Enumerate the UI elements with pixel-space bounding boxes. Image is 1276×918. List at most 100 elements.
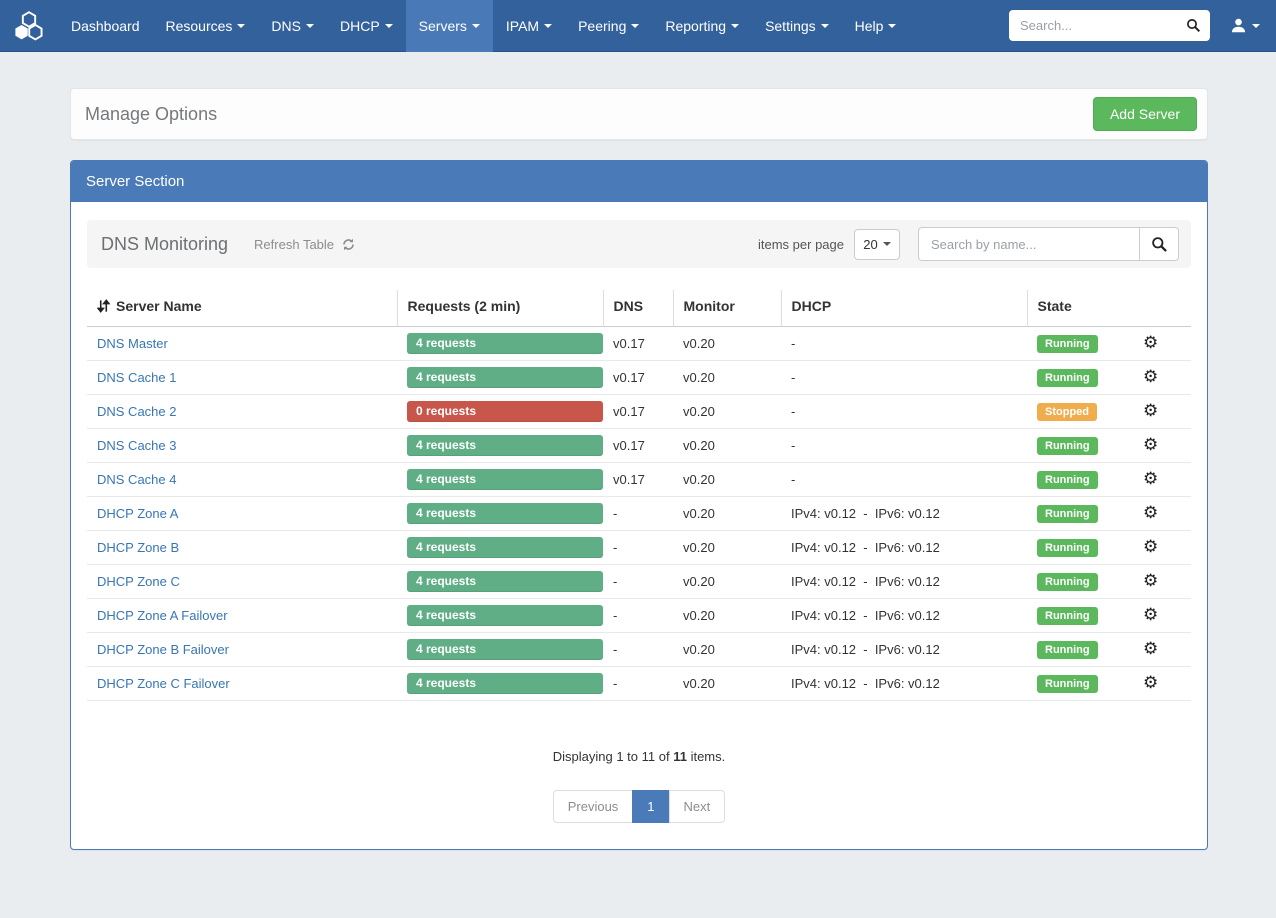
requests-progress-bar: 4 requests [407, 639, 603, 660]
nav-item-label: Dashboard [71, 18, 140, 34]
server-name-link[interactable]: DNS Cache 4 [97, 472, 176, 487]
state-badge: Running [1037, 505, 1098, 523]
server-name-link[interactable]: DHCP Zone B [97, 540, 179, 555]
nav-item-servers[interactable]: Servers [406, 0, 493, 52]
requests-progress-bar: 4 requests [407, 571, 603, 592]
settings-gear-icon[interactable]: ⚙ [1143, 401, 1158, 421]
settings-gear-icon[interactable]: ⚙ [1143, 503, 1158, 523]
settings-gear-icon[interactable]: ⚙ [1143, 333, 1158, 353]
refresh-table-label: Refresh Table [254, 237, 334, 252]
dns-version-cell: v0.17 [603, 463, 673, 497]
settings-gear-icon[interactable]: ⚙ [1143, 435, 1158, 455]
global-search-button[interactable] [1177, 10, 1210, 41]
nav-item-help[interactable]: Help [842, 0, 910, 52]
settings-gear-icon[interactable]: ⚙ [1143, 571, 1158, 591]
caret-down-icon [544, 24, 552, 28]
server-name-link[interactable]: DHCP Zone C Failover [97, 676, 230, 691]
table-search-button[interactable] [1139, 227, 1179, 261]
nav-item-label: Settings [765, 18, 816, 34]
requests-progress-bar: 4 requests [407, 673, 603, 694]
server-name-link[interactable]: DHCP Zone C [97, 574, 180, 589]
nav-item-resources[interactable]: Resources [153, 0, 259, 52]
server-name-link[interactable]: DHCP Zone A [97, 506, 178, 521]
manage-options-panel: Manage Options Add Server [70, 88, 1208, 140]
monitor-version-cell: v0.20 [673, 463, 781, 497]
server-name-link[interactable]: DNS Cache 3 [97, 438, 176, 453]
dhcp-version-cell: - [781, 463, 1027, 497]
monitor-version-cell: v0.20 [673, 565, 781, 599]
app-logo[interactable] [0, 0, 58, 52]
settings-gear-icon[interactable]: ⚙ [1143, 605, 1158, 625]
requests-progress-bar: 4 requests [407, 469, 603, 490]
monitor-version-cell: v0.20 [673, 429, 781, 463]
nav-item-label: Servers [419, 18, 467, 34]
server-name-link[interactable]: DHCP Zone A Failover [97, 608, 228, 623]
nav-item-settings[interactable]: Settings [752, 0, 842, 52]
dhcp-version-cell: - [781, 361, 1027, 395]
server-name-link[interactable]: DNS Master [97, 336, 168, 351]
user-menu[interactable] [1224, 17, 1266, 34]
main-nav: Dashboard Resources DNS DHCP Servers IPAM Peer… [58, 0, 909, 52]
global-search-input[interactable] [1009, 10, 1177, 41]
column-header-dns: DNS [603, 290, 673, 327]
state-badge: Running [1037, 335, 1098, 353]
pagination: Previous 1 Next [553, 790, 726, 823]
state-badge: Running [1037, 641, 1098, 659]
monitor-version-cell: v0.20 [673, 395, 781, 429]
user-menu-caret-icon [1252, 24, 1260, 28]
settings-gear-icon[interactable]: ⚙ [1143, 367, 1158, 387]
nav-item-label: Help [855, 18, 884, 34]
monitor-version-cell: v0.20 [673, 327, 781, 361]
refresh-table-link[interactable]: Refresh Table [254, 237, 356, 252]
sort-icon [97, 299, 110, 313]
settings-gear-icon[interactable]: ⚙ [1143, 673, 1158, 693]
dns-version-cell: - [603, 599, 673, 633]
monitor-version-cell: v0.20 [673, 361, 781, 395]
caret-down-icon [821, 24, 829, 28]
pagination-previous[interactable]: Previous [553, 790, 634, 823]
nav-item-dhcp[interactable]: DHCP [327, 0, 406, 52]
table-row: DHCP Zone A Failover 4 requests - v0.20 … [87, 599, 1191, 633]
table-search-input[interactable] [918, 227, 1139, 261]
dhcp-version-cell: IPv4: v0.12 - IPv6: v0.12 [781, 633, 1027, 667]
column-header-server-name[interactable]: Server Name [87, 290, 397, 327]
nav-item-reporting[interactable]: Reporting [652, 0, 752, 52]
pagination-page-1[interactable]: 1 [633, 790, 669, 823]
table-row: DHCP Zone A 4 requests - v0.20 IPv4: v0.… [87, 497, 1191, 531]
nav-item-ipam[interactable]: IPAM [493, 0, 565, 52]
user-icon [1230, 17, 1247, 34]
requests-progress-bar: 4 requests [407, 537, 603, 558]
server-name-link[interactable]: DHCP Zone B Failover [97, 642, 229, 657]
add-server-button[interactable]: Add Server [1093, 97, 1197, 131]
nav-item-label: DNS [271, 18, 301, 34]
dns-version-cell: - [603, 531, 673, 565]
settings-gear-icon[interactable]: ⚙ [1143, 537, 1158, 557]
table-row: DNS Cache 3 4 requests v0.17 v0.20 - Run… [87, 429, 1191, 463]
pagination-next[interactable]: Next [670, 790, 726, 823]
dns-version-cell: v0.17 [603, 429, 673, 463]
table-row: DNS Master 4 requests v0.17 v0.20 - Runn… [87, 327, 1191, 361]
nav-item-peering[interactable]: Peering [565, 0, 652, 52]
settings-gear-icon[interactable]: ⚙ [1143, 469, 1158, 489]
settings-gear-icon[interactable]: ⚙ [1143, 639, 1158, 659]
column-header-requests: Requests (2 min) [397, 290, 603, 327]
search-icon [1186, 18, 1201, 33]
caret-down-icon [306, 24, 314, 28]
table-row: DNS Cache 2 0 requests v0.17 v0.20 - Sto… [87, 395, 1191, 429]
column-header-dhcp: DHCP [781, 290, 1027, 327]
dns-version-cell: - [603, 565, 673, 599]
select-caret-icon [883, 242, 891, 246]
table-search [918, 227, 1179, 261]
state-badge: Stopped [1037, 403, 1097, 421]
nav-item-label: Peering [578, 18, 626, 34]
items-per-page-select[interactable]: 20 [854, 229, 900, 260]
nav-item-dashboard[interactable]: Dashboard [58, 0, 153, 52]
dhcp-version-cell: IPv4: v0.12 - IPv6: v0.12 [781, 497, 1027, 531]
server-name-link[interactable]: DNS Cache 1 [97, 370, 176, 385]
nav-item-dns[interactable]: DNS [258, 0, 327, 52]
server-name-link[interactable]: DNS Cache 2 [97, 404, 176, 419]
dns-version-cell: v0.17 [603, 327, 673, 361]
requests-progress-bar: 4 requests [407, 503, 603, 524]
nav-item-label: Resources [166, 18, 233, 34]
dns-monitoring-title: DNS Monitoring [101, 234, 228, 255]
